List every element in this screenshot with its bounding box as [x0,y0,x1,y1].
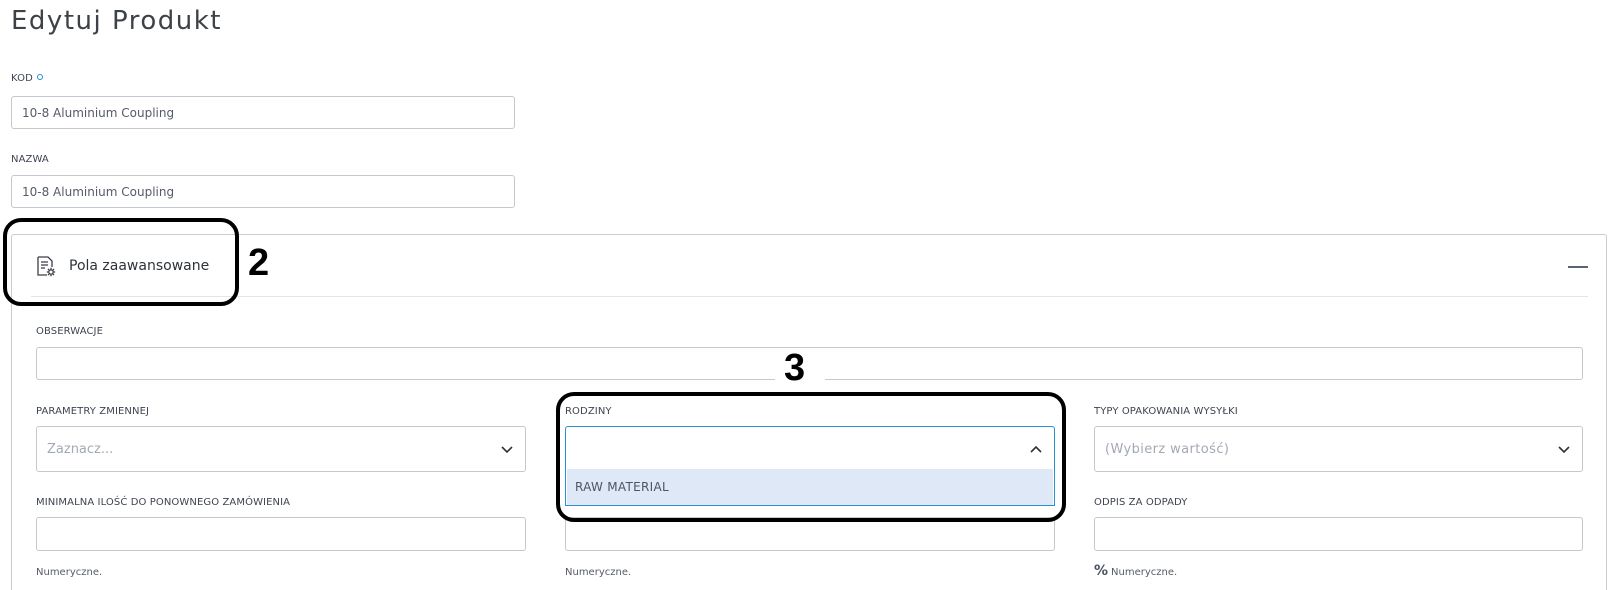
chevron-down-icon [499,441,515,461]
shipping-package-label: TYPY OPAKOWANIA WYSYŁKI [1094,406,1238,417]
variable-params-select[interactable]: Zaznacz... [36,426,526,472]
nazwa-input[interactable]: 10-8 Aluminium Coupling [11,175,515,208]
chevron-down-icon [1556,441,1572,461]
collapse-minus-icon[interactable] [1568,266,1588,268]
observations-label: OBSERWACJE [36,326,104,337]
variable-params-label: PARAMETRY ZMIENNEJ [36,406,150,417]
waste-writeoff-label: ODPIS ZA ODPADY [1094,497,1188,508]
middle-numeric-input[interactable] [565,517,1055,551]
panel-divider [31,296,1588,297]
shipping-package-select[interactable]: (Wybierz wartość) [1094,426,1583,472]
annotation-number-3: 3 [784,347,806,389]
min-reorder-hint: Numeryczne. [36,567,103,578]
middle-numeric-hint: Numeryczne. [565,567,632,578]
kod-input[interactable]: 10-8 Aluminium Coupling [11,96,515,129]
page-title: Edytuj Produkt [11,6,222,36]
min-reorder-label: MINIMALNA ILOŚĆ DO PONOWNEGO ZAMÓWIENIA [36,497,291,508]
required-indicator-icon [36,74,43,80]
variable-params-placeholder: Zaznacz... [47,441,114,457]
kod-label: KOD [11,73,43,84]
min-reorder-input[interactable] [36,517,526,551]
kod-label-text: KOD [11,73,33,84]
waste-writeoff-input[interactable] [1094,517,1583,551]
annotation-box-2 [3,218,239,306]
percent-unit: % [1094,563,1109,579]
shipping-package-placeholder: (Wybierz wartość) [1105,441,1230,457]
waste-writeoff-hint: % Numeryczne. [1094,563,1177,579]
annotation-box-3 [556,392,1066,522]
waste-writeoff-hint-text: Numeryczne. [1111,567,1178,578]
nazwa-label: NAZWA [11,154,49,165]
annotation-number-2: 2 [248,242,270,284]
